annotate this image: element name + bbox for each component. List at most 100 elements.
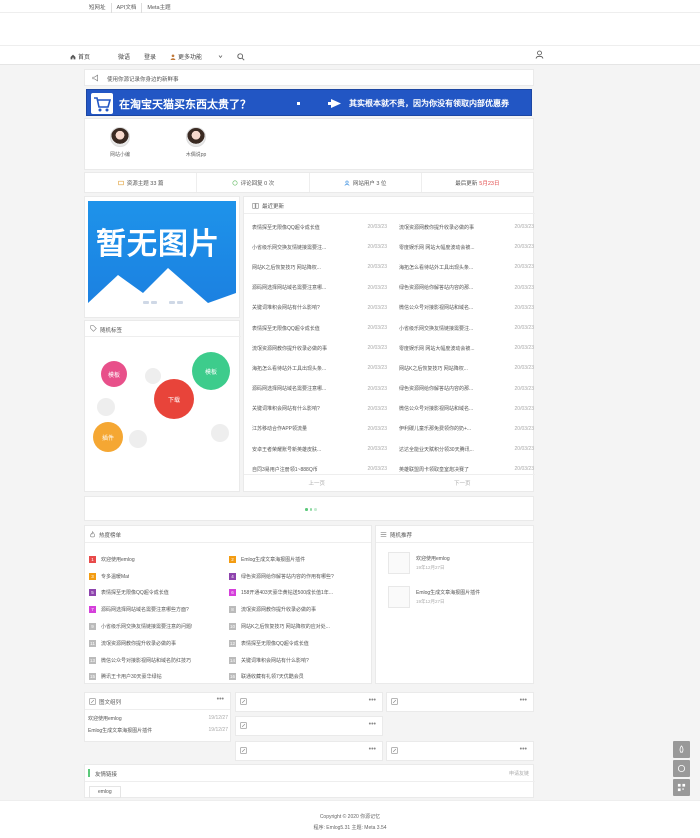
search-button[interactable] xyxy=(237,52,245,61)
tag-bubble-empty[interactable] xyxy=(145,368,161,384)
list-item[interactable]: 伊利碳儿童乐那免费领你的奶+... 20/03/23 xyxy=(399,419,537,439)
apply-link-button[interactable]: 申请友链 xyxy=(509,770,529,777)
list-item[interactable]: 江苏移动合作APP领流量 20/03/23 xyxy=(252,419,390,439)
list-item[interactable]: 源码网选择网站域名需要注意哪... 20/03/23 xyxy=(252,379,390,399)
list-item[interactable]: 小省级乐网交换友情链接需要注... 20/03/23 xyxy=(399,318,537,338)
tag-bubble-empty[interactable] xyxy=(211,424,229,442)
tag-bubble[interactable]: 插件 xyxy=(93,422,123,452)
list-item[interactable]: 网站K之后恢复技巧 网站降权... 20/03/23 xyxy=(252,257,390,277)
list-item[interactable]: 关键词堆积会网站有什么影响? 20/03/23 xyxy=(252,399,390,419)
list-item[interactable]: 流氓资源网教你提升收录必做的事 20/03/23 xyxy=(252,338,390,358)
list-item[interactable]: 达达全能业天赋积分领30天腾讯... 20/03/23 xyxy=(399,439,537,459)
list-item[interactable]: 海拓怎么看待站外工具出现头条... 20/03/23 xyxy=(252,358,390,378)
ranking-item[interactable]: 14 关键词堆积会网站有什么影响? xyxy=(229,652,369,669)
hot-ranking: 热度榜单 1 欢迎使用emlog 3 专多温暖Mat 5 表情探至无限像QQ超令成长值 7 源… xyxy=(84,525,372,684)
list-item[interactable]: 零度娱乐网 网站大幅度波动会被... 20/03/23 xyxy=(399,338,537,358)
rank-badge: 10 xyxy=(229,623,236,631)
tag-bubble[interactable]: 模板 xyxy=(101,361,127,387)
nav-more[interactable]: 更多功能 xyxy=(170,52,223,61)
edit-icon xyxy=(240,747,247,754)
rank-badge: 11 xyxy=(89,639,96,647)
list-item[interactable]: 表情探至无限像QQ超令成长值 20/03/23 xyxy=(252,318,390,338)
tag-bubble[interactable]: 模板 xyxy=(192,352,230,390)
ranking-item[interactable]: 9 小省级乐网交换友情链接需要注意的问题! xyxy=(89,618,229,635)
tag-bubble[interactable]: 下载 xyxy=(154,379,194,419)
more-button[interactable]: ••• xyxy=(217,696,224,703)
list-item[interactable]: 流氓资源网教你提升收录必做的事 20/03/23 xyxy=(399,217,537,237)
ranking-item[interactable]: 15 腾讯王卡用户30天豪华绿钻 xyxy=(89,669,229,686)
more-button[interactable]: ••• xyxy=(369,746,376,753)
list-item[interactable]: 绿色资源网给你解答站内容的那... 20/03/23 xyxy=(399,379,537,399)
list-item[interactable]: 安卓王者荣耀账号新英雄皮肤... 20/03/23 xyxy=(252,439,390,459)
category-row[interactable]: 欢迎使用emlog 19/12/27 xyxy=(88,715,228,727)
book-icon xyxy=(252,203,259,209)
more-button[interactable]: ••• xyxy=(369,697,376,704)
ranking-item[interactable]: 11 流氓资源网教你提升收录必做的事 xyxy=(89,635,229,652)
author-card[interactable]: 网站小编 xyxy=(105,127,135,158)
ranking-item[interactable]: 1 欢迎使用emlog xyxy=(89,551,229,568)
category-row-title: Emlog生成文章海报图片插件 xyxy=(88,728,153,734)
latest-pager: 上一页 下一页 xyxy=(244,474,535,492)
account-icon[interactable] xyxy=(535,50,544,59)
ranking-item[interactable]: 4 绿色资源网给你解答站内容的作用有哪些? xyxy=(229,568,369,585)
more-button[interactable]: ••• xyxy=(520,697,527,704)
list-item-title: 微信公众号对接影视网站和域名... xyxy=(399,406,474,413)
edit-icon xyxy=(391,698,398,705)
more-button[interactable]: ••• xyxy=(369,721,376,728)
rank-badge: 12 xyxy=(229,639,236,647)
rank-badge: 2 xyxy=(229,555,236,563)
float-button-chat[interactable] xyxy=(673,760,690,777)
category-row[interactable]: Emlog生成文章海报图片插件 19/12/27 xyxy=(88,727,228,739)
list-item[interactable]: 零度娱乐网 网站大幅度波动会被... 20/03/23 xyxy=(399,237,537,257)
ranking-item[interactable]: 8 流氓资源网教你提升收录必做的事 xyxy=(229,601,369,618)
list-item-date: 20/03/23 xyxy=(367,325,387,332)
nav-login[interactable]: 登录 xyxy=(144,52,156,61)
list-item[interactable]: 表情探至无限像QQ超令成长值 20/03/23 xyxy=(252,217,390,237)
list-item[interactable]: 海拓怎么看待站外工具出现头条... 20/03/23 xyxy=(399,257,537,277)
list-item-date: 20/03/23 xyxy=(367,446,387,453)
list-item[interactable]: 小省级乐网交换友情链接需要注... 20/03/23 xyxy=(252,237,390,257)
rec-item[interactable]: Emlog生成文章海报图片插件 19年12月27日 xyxy=(384,584,529,610)
rec-item[interactable]: 欢迎使用emlog 19年12月27日 xyxy=(384,550,529,576)
nav-home[interactable]: 首页 xyxy=(70,52,104,61)
list-item-date: 20/03/23 xyxy=(514,264,534,271)
ranking-item[interactable]: 7 源码网选择网站域名需要注意哪些方面? xyxy=(89,601,229,618)
friend-link-item[interactable]: emlog xyxy=(89,786,121,798)
ranking-item[interactable]: 16 联通收藏有礼领7天优酷会员 xyxy=(229,669,369,686)
float-button-top[interactable] xyxy=(673,741,690,758)
latest-col-right: 流氓资源网教你提升收录必做的事 20/03/23 零度娱乐网 网站大幅度波动会被..… xyxy=(399,217,537,479)
links-title: 友情链接 xyxy=(95,772,118,778)
ranking-item[interactable]: 6 158开通403天豪华黄钻送500成长值1年... xyxy=(229,585,369,602)
list-item-title: 源码网选择网站域名需要注意哪... xyxy=(252,285,327,292)
list-item[interactable]: 微信公众号对接影视网站和域名... 20/03/23 xyxy=(399,399,537,419)
slider-dots[interactable] xyxy=(143,301,185,304)
ranking-item[interactable]: 2 Emlog生成文章海报图片插件 xyxy=(229,551,369,568)
author-card[interactable]: 木偶说pp xyxy=(181,127,211,158)
tag-bubble-empty[interactable] xyxy=(129,430,147,448)
list-item-title: 英雄联盟周卡领取皇室炮决赛了 xyxy=(399,466,470,473)
more-button[interactable]: ••• xyxy=(520,746,527,753)
ranking-item-title: 欢迎使用emlog xyxy=(101,556,135,563)
ranking-item[interactable]: 3 专多温暖Mat xyxy=(89,568,229,585)
ranking-item[interactable]: 12 表情探至无限像QQ超令成长值 xyxy=(229,635,369,652)
category-card: ••• xyxy=(235,741,383,761)
list-item[interactable]: 关键词堆积会网站有什么影响? 20/03/23 xyxy=(252,298,390,318)
next-page-button[interactable]: 下一页 xyxy=(390,475,536,492)
ranking-item[interactable]: 5 表情探至无限像QQ超令成长值 xyxy=(89,585,229,602)
image-slider[interactable]: 暂无图片 xyxy=(84,196,240,318)
coupon-banner[interactable]: 在淘宝天猫买东西太贵了？ 其实根本就不贵，因为你没有领取内部优惠券 xyxy=(86,89,532,116)
ranking-item[interactable]: 10 网站K之后恢复技巧 网站降权的应对处... xyxy=(229,618,369,635)
user-icon xyxy=(344,180,350,186)
ranking-item[interactable]: 13 微信公众号对接影视网站和域名防红技巧 xyxy=(89,652,229,669)
nav-weiyu[interactable]: 微语 xyxy=(118,52,130,61)
list-item[interactable]: 源码网选择网站域名需要注意哪... 20/03/23 xyxy=(252,278,390,298)
rec-header: 随机推荐 xyxy=(376,526,533,543)
tag-bubble-empty[interactable] xyxy=(97,398,115,416)
float-button-qrcode[interactable] xyxy=(673,779,690,796)
list-item-date: 20/03/23 xyxy=(367,365,387,372)
list-item[interactable]: 绿色资源网给你解答站内容的那... 20/03/23 xyxy=(399,278,537,298)
list-item[interactable]: 网站K之后恢复技巧 网站降权... 20/03/23 xyxy=(399,358,537,378)
prev-page-button[interactable]: 上一页 xyxy=(244,475,390,492)
list-item-date: 20/03/23 xyxy=(367,405,387,412)
list-item[interactable]: 微信公众号对接影视网站和域名... 20/03/23 xyxy=(399,298,537,318)
